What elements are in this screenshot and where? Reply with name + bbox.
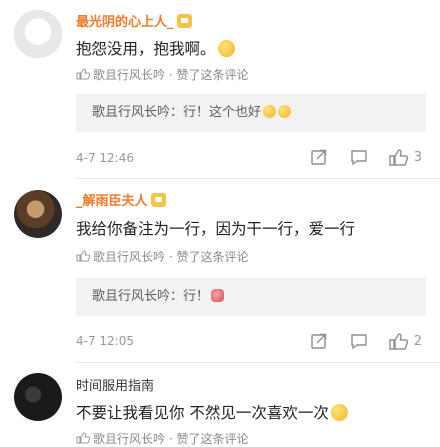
comment-content: 我给你备注为一行，因为干一行，爱一行 <box>76 220 356 238</box>
comment-icon[interactable] <box>348 330 370 352</box>
comment-content: 不要让我看见你 不然见一次喜欢一次 <box>76 401 348 423</box>
like-count: 3 <box>413 149 422 165</box>
emoji-icon <box>211 289 225 302</box>
liked-by-author: 歌且行风长吟 · 赞了这条评论 <box>76 66 248 83</box>
thumb-up-icon <box>76 68 90 80</box>
divider <box>76 178 440 179</box>
liked-by-author: 歌且行风长吟 · 赞了这条评论 <box>76 248 248 265</box>
avatar[interactable] <box>14 10 62 58</box>
comment-content: 抱怨没用，抱我啊。 <box>76 37 235 59</box>
thumb-up-icon[interactable] <box>388 146 410 168</box>
reply-preview[interactable]: 歌且行风长吟：行！这个也好 <box>76 94 426 132</box>
thumb-up-icon[interactable] <box>388 330 410 352</box>
smile-emoji-icon <box>217 40 235 57</box>
share-icon[interactable] <box>308 330 330 352</box>
avatar[interactable] <box>14 373 62 421</box>
comment-icon[interactable] <box>348 146 370 168</box>
like-count: 2 <box>413 333 422 349</box>
reply-text: ：行！ <box>170 289 210 304</box>
thumb-up-icon <box>76 432 90 444</box>
smile-emoji-icon <box>278 105 292 118</box>
liked-by-author: 歌且行风长吟 · 赞了这条评论 <box>76 430 248 447</box>
smile-emoji-icon <box>263 105 277 118</box>
reply-author[interactable]: 歌且行风长吟 <box>92 105 170 120</box>
comment-username[interactable]: _解雨臣夫人 <box>76 190 166 209</box>
reply-author[interactable]: 歌且行风长吟 <box>92 289 170 304</box>
comment-username[interactable]: 时间服用指南 <box>76 375 154 394</box>
smile-emoji-icon <box>330 404 348 421</box>
reply-text: ：行！这个也好 <box>170 105 262 120</box>
share-icon[interactable] <box>308 146 330 168</box>
vip-badge-icon <box>150 193 166 207</box>
avatar[interactable] <box>14 190 62 238</box>
thumb-up-icon <box>76 250 90 262</box>
comment-actions: 3 <box>308 146 422 168</box>
reply-preview[interactable]: 歌且行风长吟：行！ <box>76 278 426 316</box>
comment-username[interactable]: 最光阴的心上人_ <box>76 11 192 30</box>
vip-badge-icon <box>176 14 192 28</box>
comment-actions: 2 <box>308 330 422 352</box>
comment-time: 4-7 12:46 <box>76 151 134 165</box>
divider <box>76 362 440 363</box>
comment-time: 4-7 12:05 <box>76 334 134 348</box>
